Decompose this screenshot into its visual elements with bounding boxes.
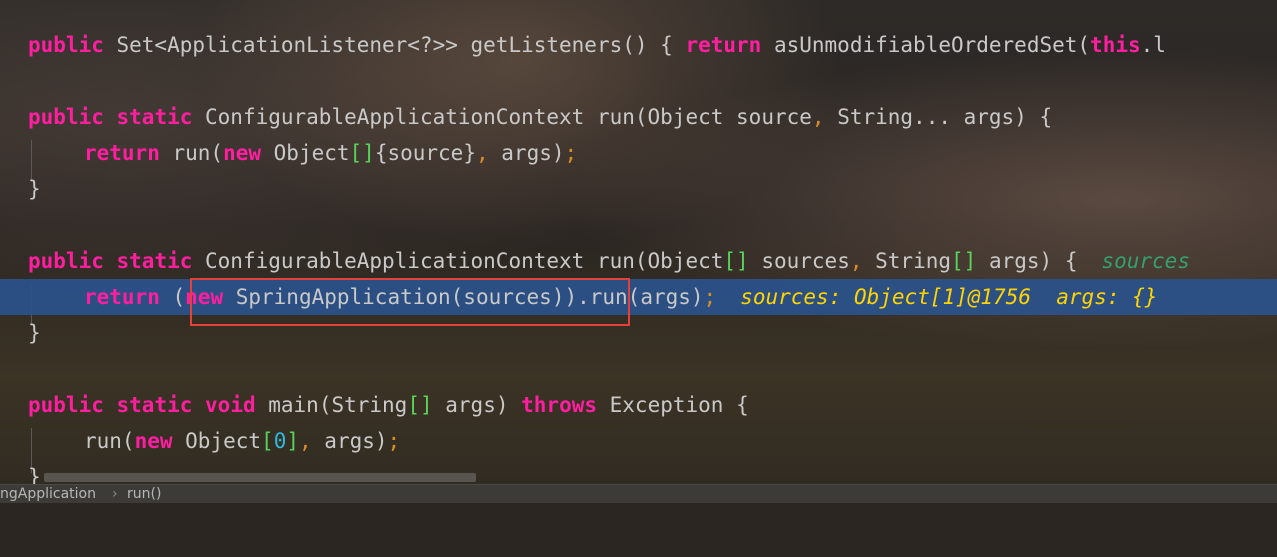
code-text: sources <box>748 249 850 273</box>
keyword: new <box>223 141 262 165</box>
code-text: args) { <box>976 249 1078 273</box>
keyword: public <box>28 249 104 273</box>
debug-inlay-hint: sources <box>1101 249 1190 273</box>
debug-variable-values: sources: Object[1]@1756 args: {} <box>740 285 1158 309</box>
keyword: return <box>685 33 762 57</box>
code-text: args) <box>432 393 522 417</box>
code-text: String... args) { <box>824 105 1053 129</box>
code-text: ( <box>159 285 186 309</box>
code-text: Exception { <box>597 393 749 417</box>
keyword: new <box>134 429 173 453</box>
comma: , <box>849 249 863 273</box>
code-editor[interactable]: public Set<ApplicationListener<?>> getLi… <box>0 0 1277 484</box>
bracket: [] <box>723 249 749 273</box>
number-literal: 0 <box>273 429 287 453</box>
code-line[interactable]: } <box>0 171 1277 207</box>
keyword: this <box>1090 33 1141 57</box>
code-text: ConfigurableApplicationContext run(Objec… <box>192 105 812 129</box>
code-line[interactable]: public static ConfigurableApplicationCon… <box>0 99 1277 135</box>
code-text: args) <box>488 141 565 165</box>
code-line[interactable]: public Set<ApplicationListener<?>> getLi… <box>0 27 1277 63</box>
keyword: static <box>116 393 193 417</box>
semicolon: ; <box>703 285 717 309</box>
keyword: return <box>84 285 160 309</box>
code-text: run( <box>159 141 224 165</box>
code-text: Set<ApplicationListener<?>> getListeners… <box>103 33 686 57</box>
code-line[interactable]: } <box>0 315 1277 351</box>
bracket: [ <box>261 429 274 453</box>
keyword: static <box>116 249 193 273</box>
keyword: static <box>116 105 193 129</box>
semicolon: ; <box>387 429 401 453</box>
code-text: String <box>862 249 952 273</box>
code-line[interactable]: return run(new Object[]{source}, args); <box>0 135 1277 171</box>
code-text: Object <box>261 141 350 165</box>
keyword: void <box>205 393 256 417</box>
code-text: .l <box>1140 33 1166 57</box>
code-line[interactable]: run(new Object[0], args); <box>0 423 1277 459</box>
code-line[interactable]: public static void main(String[] args) t… <box>0 387 1277 423</box>
semicolon: ; <box>564 141 578 165</box>
comma: , <box>475 141 489 165</box>
keyword: public <box>28 33 104 57</box>
keyword: throws <box>521 393 597 417</box>
keyword: public <box>28 393 104 417</box>
breadcrumb-item-method[interactable]: run() <box>127 485 161 503</box>
code-text: {source} <box>374 141 476 165</box>
bracket: [] <box>349 141 375 165</box>
comma: , <box>299 429 312 453</box>
keyword: public <box>28 105 104 129</box>
code-text: main(String <box>255 393 408 417</box>
breadcrumb-item-class[interactable]: ngApplication <box>0 485 96 503</box>
code-text: Object <box>172 429 262 453</box>
closing-brace: } <box>28 177 41 201</box>
horizontal-scrollbar[interactable] <box>44 473 476 482</box>
bracket: [] <box>951 249 977 273</box>
code-text: args) <box>311 429 388 453</box>
breadcrumb-separator: › <box>112 486 118 502</box>
closing-brace: } <box>28 465 41 484</box>
code-text: run( <box>84 429 135 453</box>
bracket: ] <box>286 429 299 453</box>
code-text: ConfigurableApplicationContext run(Objec… <box>192 249 724 273</box>
bracket: [] <box>407 393 433 417</box>
code-text: asUnmodifiableOrderedSet( <box>761 33 1091 57</box>
code-line[interactable]: public static ConfigurableApplicationCon… <box>0 243 1277 279</box>
keyword: return <box>84 141 160 165</box>
breadcrumb: ngApplication › run() <box>0 484 1277 503</box>
closing-brace: } <box>28 321 41 345</box>
comma: , <box>811 105 825 129</box>
